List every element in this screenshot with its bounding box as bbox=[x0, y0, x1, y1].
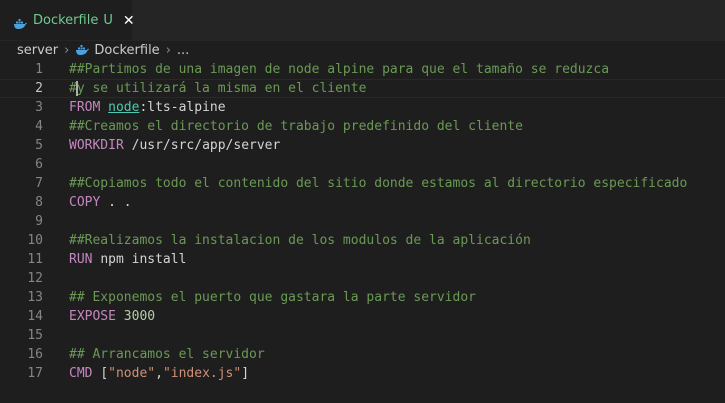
code-token: ] bbox=[241, 366, 250, 381]
line-number: 8 bbox=[35, 195, 43, 210]
code-token: ##Creamos el directorio de trabajo prede… bbox=[69, 119, 523, 134]
line-number: 7 bbox=[35, 176, 43, 191]
code-token: . . bbox=[108, 195, 132, 210]
line-number: 15 bbox=[27, 328, 43, 343]
code-token: npm install bbox=[100, 252, 187, 267]
line-code: #y se utilizará la misma en el cliente bbox=[69, 80, 366, 97]
breadcrumb: server › Dockerfile › ... bbox=[0, 40, 725, 60]
line-code: CMD ["node","index.js"] bbox=[69, 364, 249, 383]
code-line[interactable]: 6 bbox=[0, 155, 725, 174]
code-token: y se utilizará la misma en el cliente bbox=[76, 81, 367, 96]
code-token: :lts-alpine bbox=[139, 100, 226, 115]
code-token: COPY bbox=[69, 195, 109, 210]
chevron-right-icon: › bbox=[165, 42, 171, 58]
code-token: "node" bbox=[108, 366, 156, 381]
docker-whale-icon bbox=[75, 44, 90, 56]
code-line[interactable]: 11 RUN npm install bbox=[0, 250, 725, 269]
line-number: 9 bbox=[35, 214, 43, 229]
tab-dockerfile[interactable]: Dockerfile U ✕ bbox=[0, 0, 135, 40]
docker-whale-icon bbox=[13, 15, 27, 29]
code-token: ## Exponemos el puerto que gastara la pa… bbox=[69, 290, 476, 305]
code-token: [ bbox=[100, 366, 109, 381]
code-line[interactable]: 8 COPY . . bbox=[0, 193, 725, 212]
code-token: node bbox=[108, 100, 140, 115]
line-number: 12 bbox=[27, 271, 43, 286]
code-token: /usr/src/app/server bbox=[131, 138, 281, 153]
code-line[interactable]: 15 bbox=[0, 326, 725, 345]
line-number: 11 bbox=[27, 252, 43, 267]
line-code: FROM node:lts-alpine bbox=[69, 98, 226, 117]
line-code: COPY . . bbox=[69, 193, 132, 212]
code-line[interactable]: 3 FROM node:lts-alpine bbox=[0, 98, 725, 117]
code-token: , bbox=[155, 366, 163, 381]
code-token: ##Partimos de una imagen de node alpine … bbox=[69, 62, 610, 77]
line-number: 1 bbox=[35, 62, 43, 77]
code-line[interactable]: 13 ## Exponemos el puerto que gastara la … bbox=[0, 288, 725, 307]
code-token: 3000 bbox=[123, 309, 156, 324]
line-code: ##Partimos de una imagen de node alpine … bbox=[69, 60, 609, 79]
line-number: 14 bbox=[27, 309, 43, 324]
code-token: WORKDIR bbox=[69, 138, 132, 153]
line-code: ##Realizamos la instalacion de los modul… bbox=[69, 231, 531, 250]
line-number: 6 bbox=[35, 157, 43, 172]
code-token: EXPOSE bbox=[69, 309, 124, 324]
line-code: WORKDIR /usr/src/app/server bbox=[69, 136, 280, 155]
git-status-badge: U bbox=[103, 13, 113, 28]
code-line[interactable]: 4 ##Creamos el directorio de trabajo pred… bbox=[0, 117, 725, 136]
breadcrumb-symbols[interactable]: ... bbox=[177, 43, 189, 58]
breadcrumb-folder[interactable]: server bbox=[17, 43, 58, 58]
code-line[interactable]: 7 ##Copiamos todo el contenido del sitio … bbox=[0, 174, 725, 193]
code-token: RUN bbox=[69, 252, 101, 267]
code-editor[interactable]: 1 ##Partimos de una imagen de node alpine… bbox=[0, 60, 725, 403]
code-line[interactable]: 1 ##Partimos de una imagen de node alpine… bbox=[0, 60, 725, 79]
line-number: 3 bbox=[35, 100, 43, 115]
code-token: ##Realizamos la instalacion de los modul… bbox=[69, 233, 531, 248]
close-icon[interactable]: ✕ bbox=[123, 14, 135, 28]
code-line[interactable]: 17 CMD ["node","index.js"] bbox=[0, 364, 725, 383]
code-line[interactable]: 9 bbox=[0, 212, 725, 231]
line-code: ## Exponemos el puerto que gastara la pa… bbox=[69, 288, 476, 307]
line-number: 17 bbox=[27, 366, 43, 381]
line-code: ##Copiamos todo el contenido del sitio d… bbox=[69, 174, 687, 193]
line-number: 4 bbox=[35, 119, 43, 134]
line-number: 5 bbox=[35, 138, 43, 153]
code-token: ## Arrancamos el servidor bbox=[69, 347, 265, 362]
line-number: 10 bbox=[27, 233, 43, 248]
chevron-right-icon: › bbox=[64, 42, 70, 58]
code-token: "index.js" bbox=[162, 366, 242, 381]
line-code: ## Arrancamos el servidor bbox=[69, 345, 265, 364]
code-line[interactable]: 16 ## Arrancamos el servidor bbox=[0, 345, 725, 364]
tab-label: Dockerfile bbox=[33, 13, 99, 28]
code-line[interactable]: 2 #y se utilizará la misma en el cliente bbox=[0, 79, 725, 98]
line-number: 2 bbox=[35, 81, 43, 96]
line-number: 13 bbox=[27, 290, 43, 305]
line-code: ##Creamos el directorio de trabajo prede… bbox=[69, 117, 523, 136]
code-token: FROM bbox=[69, 100, 109, 115]
line-number: 16 bbox=[27, 347, 43, 362]
code-line[interactable]: 12 bbox=[0, 269, 725, 288]
code-line[interactable]: 5 WORKDIR /usr/src/app/server bbox=[0, 136, 725, 155]
line-code: RUN npm install bbox=[69, 250, 186, 269]
code-token: CMD bbox=[69, 366, 101, 381]
line-code: EXPOSE 3000 bbox=[69, 307, 155, 326]
code-token: ##Copiamos todo el contenido del sitio d… bbox=[69, 176, 688, 191]
breadcrumb-file[interactable]: Dockerfile bbox=[94, 43, 159, 58]
editor-tab-bar: Dockerfile U ✕ bbox=[0, 0, 725, 41]
code-line[interactable]: 14 EXPOSE 3000 bbox=[0, 307, 725, 326]
code-line[interactable]: 10 ##Realizamos la instalacion de los mod… bbox=[0, 231, 725, 250]
